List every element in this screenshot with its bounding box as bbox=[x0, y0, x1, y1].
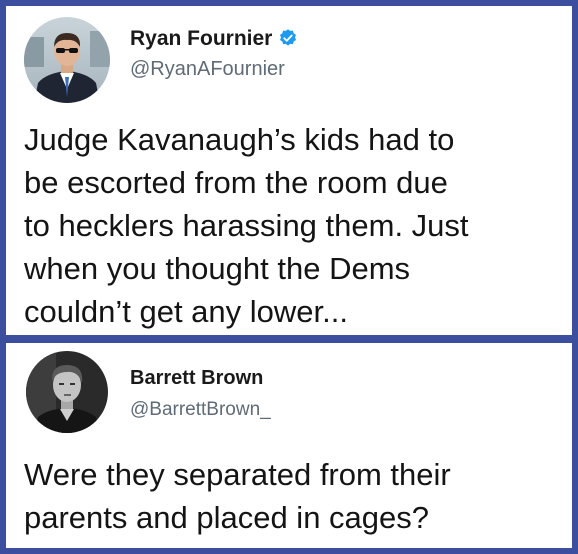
tweet-text-line: Were they separated from their bbox=[24, 457, 451, 492]
verified-badge-icon bbox=[278, 28, 298, 48]
tweet-text-line: couldn’t get any lower... bbox=[24, 294, 348, 329]
tweet-text-line: when you thought the Dems bbox=[24, 251, 411, 286]
author-handle[interactable]: @BarrettBrown_ bbox=[130, 399, 271, 421]
avatar-icon[interactable] bbox=[24, 17, 110, 103]
tweet-text-line: Judge Kavanaugh’s kids had to bbox=[24, 122, 455, 157]
tweet-card-1: Ryan Fournier @RyanAFournier Judge Kavan… bbox=[6, 6, 572, 335]
tweet-text-line: be escorted from the room due bbox=[24, 165, 448, 200]
author-name[interactable]: Ryan Fournier bbox=[130, 27, 298, 51]
tweet-text-line: to hecklers harassing them. Just bbox=[24, 208, 469, 243]
tweet-text: Were they separated from their parents a… bbox=[24, 453, 558, 539]
tweet-card-2: Barrett Brown @BarrettBrown_ Were they s… bbox=[6, 343, 572, 548]
author-name-text[interactable]: Ryan Fournier bbox=[130, 27, 272, 50]
author-handle[interactable]: @RyanAFournier bbox=[130, 58, 285, 81]
tweet-text: Judge Kavanaugh’s kids had to be escorte… bbox=[24, 118, 558, 333]
tweet-text-line: parents and placed in cages? bbox=[24, 500, 430, 535]
avatar-icon[interactable] bbox=[26, 351, 108, 433]
author-name[interactable]: Barrett Brown bbox=[130, 367, 263, 390]
